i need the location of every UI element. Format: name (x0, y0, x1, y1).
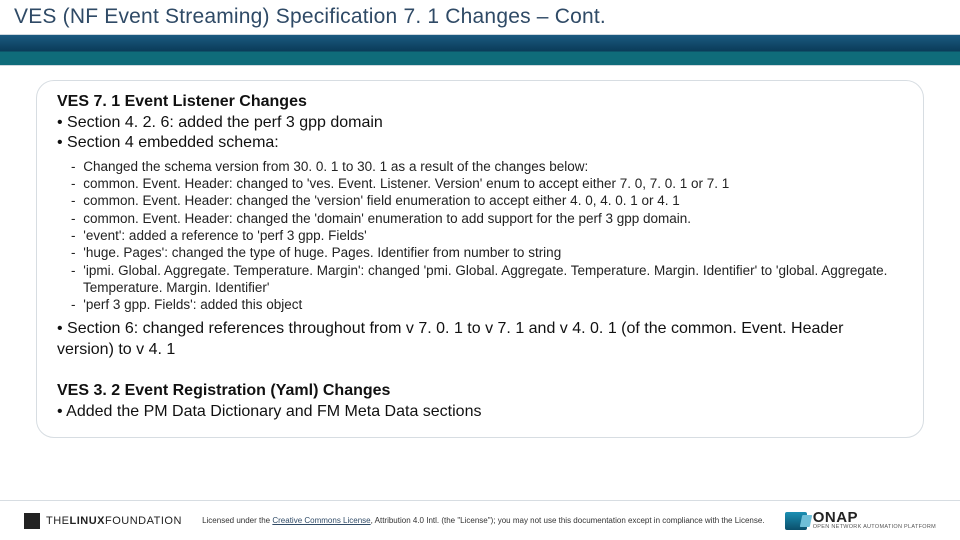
list-item: 'huge. Pages': changed the type of huge.… (83, 244, 903, 261)
list-item: 'perf 3 gpp. Fields': added this object (83, 296, 903, 313)
list-item: common. Event. Header: changed the 'vers… (83, 192, 903, 209)
linux-foundation-logo: THELINUXFOUNDATION (24, 513, 182, 529)
onap-text: ONAP OPEN NETWORK AUTOMATION PLATFORM (813, 510, 936, 531)
lf-suffix: FOUNDATION (105, 515, 182, 527)
bullet-list: Added the PM Data Dictionary and FM Meta… (57, 402, 903, 422)
slide: VES (NF Event Streaming) Specification 7… (0, 0, 960, 540)
lf-name: LINUX (70, 515, 106, 527)
list-item: 'ipmi. Global. Aggregate. Temperature. M… (83, 262, 903, 297)
license-post: , Attribution 4.0 Intl. (the "License");… (371, 516, 765, 525)
lf-text: THELINUXFOUNDATION (46, 515, 182, 527)
onap-logo: ONAP OPEN NETWORK AUTOMATION PLATFORM (785, 510, 936, 531)
title-bar: VES (NF Event Streaming) Specification 7… (0, 0, 960, 34)
content-area: VES 7. 1 Event Listener Changes Section … (0, 66, 960, 540)
bullet-list: Section 4. 2. 6: added the perf 3 gpp do… (57, 113, 903, 154)
lf-prefix: THE (46, 515, 70, 527)
lf-mark-icon (24, 513, 40, 529)
section-heading: VES 3. 2 Event Registration (Yaml) Chang… (57, 382, 903, 400)
content-card: VES 7. 1 Event Listener Changes Section … (36, 80, 924, 438)
list-item: common. Event. Header: changed the 'doma… (83, 210, 903, 227)
list-item: Added the PM Data Dictionary and FM Meta… (57, 402, 903, 422)
page-title: VES (NF Event Streaming) Specification 7… (14, 5, 606, 29)
list-item: Section 4. 2. 6: added the perf 3 gpp do… (57, 113, 903, 133)
onap-big: ONAP (813, 510, 936, 525)
license-link[interactable]: Creative Commons License (272, 516, 370, 525)
section-heading: VES 7. 1 Event Listener Changes (57, 93, 903, 111)
list-item: Section 4 embedded schema: (57, 133, 903, 153)
onap-mark-icon (785, 512, 807, 530)
footer: THELINUXFOUNDATION Licensed under the Cr… (0, 500, 960, 540)
license-text: Licensed under the Creative Commons Lice… (182, 516, 785, 525)
section-event-listener: VES 7. 1 Event Listener Changes Section … (57, 93, 903, 360)
sub-bullet-list: Changed the schema version from 30. 0. 1… (83, 158, 903, 313)
list-item: common. Event. Header: changed to 'ves. … (83, 175, 903, 192)
license-pre: Licensed under the (202, 516, 272, 525)
list-item: Changed the schema version from 30. 0. 1… (83, 158, 903, 175)
onap-small: OPEN NETWORK AUTOMATION PLATFORM (813, 525, 936, 531)
list-item: 'event': added a reference to 'perf 3 gp… (83, 227, 903, 244)
list-item: Section 6: changed references throughout… (57, 319, 903, 360)
section-event-registration: VES 3. 2 Event Registration (Yaml) Chang… (57, 382, 903, 422)
bullet-list: Section 6: changed references throughout… (57, 319, 903, 360)
banner-stripe (0, 34, 960, 66)
